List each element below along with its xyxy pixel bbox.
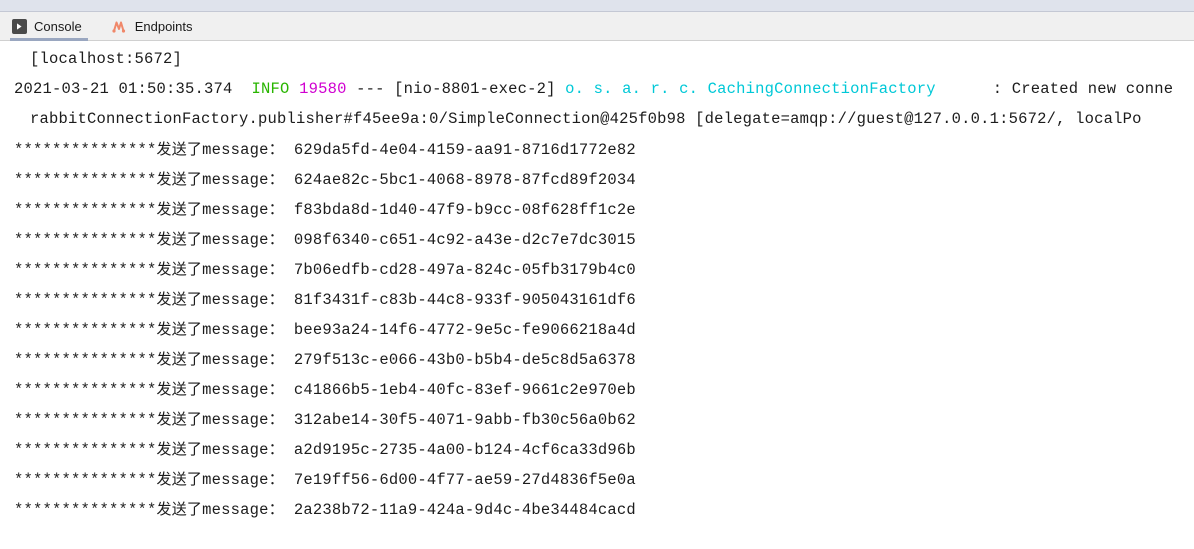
log-message-uuid: c41866b5-1eb4-40fc-83ef-9661c2e970eb — [293, 381, 636, 399]
log-message-label: message： — [202, 201, 285, 219]
log-message-uuid: bee93a24-14f6-4772-9e5c-fe9066218a4d — [293, 321, 636, 339]
log-message-uuid: 81f3431f-c83b-44c8-933f-905043161df6 — [293, 291, 636, 309]
log-token-plain — [290, 80, 300, 98]
log-separator-stars: *************** — [14, 351, 157, 369]
log-sent-text: 发送了 — [156, 230, 203, 248]
log-message-uuid: a2d9195c-2735-4a00-b124-4cf6ca33d96b — [293, 441, 636, 459]
log-line: ***************发送了message： 81f3431f-c83b… — [0, 284, 1194, 314]
log-line: ***************发送了message： bee93a24-14f6… — [0, 314, 1194, 344]
console-output[interactable]: [localhost:5672] 2021-03-21 01:50:35.374 … — [0, 41, 1194, 549]
log-separator-stars: *************** — [14, 171, 157, 189]
tab-bar: Console Endpoints — [0, 12, 1194, 41]
log-sent-text: 发送了 — [156, 260, 203, 278]
log-message-uuid: 098f6340-c651-4c92-a43e-d2c7e7dc3015 — [293, 231, 636, 249]
log-message-label: message： — [202, 381, 285, 399]
log-sent-text: 发送了 — [156, 410, 203, 428]
log-token-plain: 2021-03-21 01:50:35.374 — [14, 80, 252, 98]
log-sent-text: 发送了 — [156, 500, 203, 518]
tab-endpoints[interactable]: Endpoints — [110, 12, 207, 40]
log-space — [284, 351, 294, 369]
tab-console-label: Console — [34, 18, 82, 34]
log-separator-stars: *************** — [14, 471, 157, 489]
log-separator-stars: *************** — [14, 261, 157, 279]
log-message-label: message： — [202, 351, 285, 369]
log-sent-text: 发送了 — [156, 380, 203, 398]
log-line: ***************发送了message： 279f513c-e066… — [0, 344, 1194, 374]
endpoints-chart-icon — [112, 19, 128, 34]
log-token-plain: --- [nio-8801-exec-2] — [346, 80, 566, 98]
log-sent-text: 发送了 — [156, 290, 203, 308]
log-space — [284, 141, 294, 159]
log-message-uuid: 629da5fd-4e04-4159-aa91-8716d1772e82 — [293, 141, 636, 159]
log-token-plain: : Created new conne — [935, 80, 1174, 98]
log-line: ***************发送了message： 624ae82c-5bc1… — [0, 164, 1194, 194]
log-separator-stars: *************** — [14, 231, 157, 249]
log-line: ***************发送了message： 312abe14-30f5… — [0, 404, 1194, 434]
log-token-level: INFO — [251, 80, 290, 98]
log-space — [284, 471, 294, 489]
log-line: ***************发送了message： a2d9195c-2735… — [0, 434, 1194, 464]
log-sent-text: 发送了 — [156, 170, 203, 188]
log-message-label: message： — [202, 471, 285, 489]
log-line: rabbitConnectionFactory.publisher#f45ee9… — [0, 104, 1194, 134]
log-separator-stars: *************** — [14, 141, 157, 159]
console-run-icon — [12, 18, 27, 34]
tab-endpoints-label: Endpoints — [134, 18, 193, 34]
log-separator-stars: *************** — [14, 501, 157, 519]
log-separator-stars: *************** — [14, 291, 157, 309]
tab-console[interactable]: Console — [10, 12, 96, 41]
log-message-label: message： — [202, 441, 285, 459]
log-space — [284, 381, 294, 399]
log-space — [284, 321, 294, 339]
log-space — [284, 171, 294, 189]
log-message-label: message： — [202, 261, 285, 279]
log-token-plain: [localhost:5672] — [30, 50, 183, 68]
log-message-uuid: 312abe14-30f5-4071-9abb-fb30c56a0b62 — [293, 411, 636, 429]
log-sent-text: 发送了 — [156, 470, 203, 488]
log-sent-text: 发送了 — [156, 320, 203, 338]
log-token-plain: rabbitConnectionFactory.publisher#f45ee9… — [30, 110, 1142, 128]
log-separator-stars: *************** — [14, 441, 157, 459]
log-space — [284, 411, 294, 429]
log-sent-text: 发送了 — [156, 440, 203, 458]
log-message-uuid: 7e19ff56-6d00-4f77-ae59-27d4836f5e0a — [293, 471, 636, 489]
log-message-uuid: 7b06edfb-cd28-497a-824c-05fb3179b4c0 — [293, 261, 636, 279]
log-line: ***************发送了message： 7b06edfb-cd28… — [0, 254, 1194, 284]
log-message-label: message： — [202, 501, 285, 519]
log-token-logger: o. s. a. r. c. CachingConnectionFactory — [565, 80, 936, 98]
log-separator-stars: *************** — [14, 381, 157, 399]
log-message-label: message： — [202, 171, 285, 189]
log-line: 2021-03-21 01:50:35.374 INFO 19580 --- [… — [0, 74, 1194, 104]
log-line: ***************发送了message： 2a238b72-11a9… — [0, 494, 1194, 524]
log-space — [284, 231, 294, 249]
log-space — [284, 291, 294, 309]
window-title-strip — [0, 0, 1194, 12]
log-line: ***************发送了message： 7e19ff56-6d00… — [0, 464, 1194, 494]
log-line: ***************发送了message： f83bda8d-1d40… — [0, 194, 1194, 224]
log-line: ***************发送了message： 629da5fd-4e04… — [0, 134, 1194, 164]
log-message-label: message： — [202, 411, 285, 429]
log-message-label: message： — [202, 141, 285, 159]
log-separator-stars: *************** — [14, 321, 157, 339]
log-separator-stars: *************** — [14, 411, 157, 429]
log-line: ***************发送了message： c41866b5-1eb4… — [0, 374, 1194, 404]
log-sent-text: 发送了 — [156, 140, 203, 158]
log-message-uuid: 279f513c-e066-43b0-b5b4-de5c8d5a6378 — [293, 351, 636, 369]
log-message-label: message： — [202, 231, 285, 249]
log-sent-text: 发送了 — [156, 200, 203, 218]
log-token-pid: 19580 — [299, 80, 347, 98]
log-line: ***************发送了message： 098f6340-c651… — [0, 224, 1194, 254]
log-message-label: message： — [202, 321, 285, 339]
log-message-uuid: 2a238b72-11a9-424a-9d4c-4be34484cacd — [293, 501, 636, 519]
log-sent-text: 发送了 — [156, 350, 203, 368]
log-line: [localhost:5672] — [0, 44, 1194, 74]
log-space — [284, 441, 294, 459]
log-separator-stars: *************** — [14, 201, 157, 219]
log-message-uuid: 624ae82c-5bc1-4068-8978-87fcd89f2034 — [293, 171, 636, 189]
log-space — [284, 501, 294, 519]
log-message-uuid: f83bda8d-1d40-47f9-b9cc-08f628ff1c2e — [293, 201, 636, 219]
log-space — [284, 261, 294, 279]
log-space — [284, 201, 294, 219]
log-message-label: message： — [202, 291, 285, 309]
